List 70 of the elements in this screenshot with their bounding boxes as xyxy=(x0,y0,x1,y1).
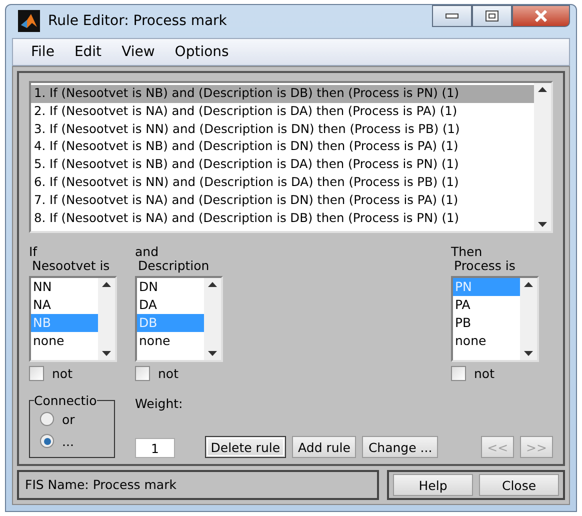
not-label: not xyxy=(52,366,72,381)
not-label: not xyxy=(474,366,494,381)
maximize-icon xyxy=(485,10,499,22)
scroll-up-icon[interactable] xyxy=(538,87,547,92)
menu-item[interactable]: File xyxy=(21,44,64,60)
variable-name: Process is xyxy=(453,259,516,273)
scroll-down-icon[interactable] xyxy=(538,222,547,227)
footer-button[interactable]: Help xyxy=(393,474,473,496)
variable-name: Nesootvet is xyxy=(31,259,111,273)
action-button[interactable]: Delete rule xyxy=(204,436,286,458)
radio-label: ... xyxy=(62,434,74,448)
list-option[interactable]: NN xyxy=(31,278,98,296)
membership-list[interactable]: DN DA DB none xyxy=(135,276,223,362)
scrollbar[interactable] xyxy=(204,278,221,360)
action-button[interactable]: Change ... xyxy=(362,436,438,458)
rule-list[interactable] xyxy=(29,81,553,233)
status-text: FIS Name: Process mark xyxy=(17,470,379,500)
not-checkbox[interactable] xyxy=(29,366,44,381)
list-option[interactable]: DN xyxy=(137,278,204,296)
rule-item[interactable]: 8. If (Nesootvet is NA) and (Description is DB) then (Process is PN) (1) xyxy=(31,210,534,228)
membership-list[interactable]: PN PA PB none xyxy=(451,276,539,362)
scrollbar[interactable] xyxy=(534,83,551,231)
rule-item[interactable]: 7. If (Nesootvet is NA) and (Description is DN) then (Process is PA) (1) xyxy=(31,192,534,210)
rule-item[interactable]: 6. If (Nesootvet is NN) and (Description is DA) then (Process is PB) (1) xyxy=(31,174,534,192)
list-option[interactable]: NA xyxy=(31,296,98,314)
variable-caption: Then xyxy=(451,245,484,259)
list-option[interactable]: none xyxy=(31,332,98,350)
close-icon xyxy=(534,10,548,22)
radio-label: or xyxy=(62,412,75,426)
app-logo-icon xyxy=(18,10,40,32)
scroll-up-icon[interactable] xyxy=(102,282,111,287)
radio-button[interactable] xyxy=(40,434,54,448)
minimize-icon xyxy=(445,13,459,19)
list-option[interactable]: PB xyxy=(453,314,520,332)
not-checkbox[interactable] xyxy=(451,366,466,381)
rule-item[interactable]: 5. If (Nesootvet is NB) and (Description is DA) then (Process is PN) (1) xyxy=(31,156,534,174)
scroll-down-icon[interactable] xyxy=(102,351,111,356)
menu-item[interactable]: View xyxy=(112,44,165,60)
membership-list[interactable]: NN NA NB none xyxy=(29,276,117,362)
maximize-button[interactable] xyxy=(472,5,512,27)
action-button[interactable]: Add rule xyxy=(292,436,356,458)
window-title: Rule Editor: Process mark xyxy=(48,13,228,30)
connection-title: Connectio xyxy=(34,393,97,408)
scroll-down-icon[interactable] xyxy=(208,351,217,356)
rule-item[interactable]: 1. If (Nesootvet is NB) and (Description is DB) then (Process is PN) (1) xyxy=(31,85,534,103)
weight-field[interactable]: 1 xyxy=(135,438,175,458)
footer-button[interactable]: Close xyxy=(479,474,559,496)
variable-caption: If xyxy=(29,245,38,259)
radio-button[interactable] xyxy=(40,412,54,426)
menu-item[interactable]: Edit xyxy=(64,44,112,60)
rule-item[interactable]: 4. If (Nesootvet is NB) and (Description is DN) then (Process is PA) (1) xyxy=(31,138,534,156)
menu-item[interactable]: Options xyxy=(164,44,239,60)
not-label: not xyxy=(158,366,178,381)
scroll-up-icon[interactable] xyxy=(524,282,533,287)
variable-name: Description xyxy=(137,259,210,273)
rule-item[interactable]: 3. If (Nesootvet is NN) and (Description is DN) then (Process is PB) (1) xyxy=(31,120,534,138)
list-option[interactable]: none xyxy=(137,332,204,350)
rule-item[interactable]: 2. If (Nesootvet is NA) and (Description is DA) then (Process is PA) (1) xyxy=(31,102,534,121)
minimize-button[interactable] xyxy=(432,5,472,27)
list-option[interactable]: PA xyxy=(453,296,520,314)
weight-label: Weight: xyxy=(135,396,183,411)
list-option[interactable]: DA xyxy=(137,296,204,314)
scrollbar[interactable] xyxy=(98,278,115,360)
close-button[interactable] xyxy=(512,5,570,27)
scrollbar[interactable] xyxy=(520,278,537,360)
list-option[interactable]: none xyxy=(453,332,520,350)
scroll-down-icon[interactable] xyxy=(524,351,533,356)
scroll-up-icon[interactable] xyxy=(208,282,217,287)
variable-caption: and xyxy=(135,245,160,259)
not-checkbox[interactable] xyxy=(135,366,150,381)
